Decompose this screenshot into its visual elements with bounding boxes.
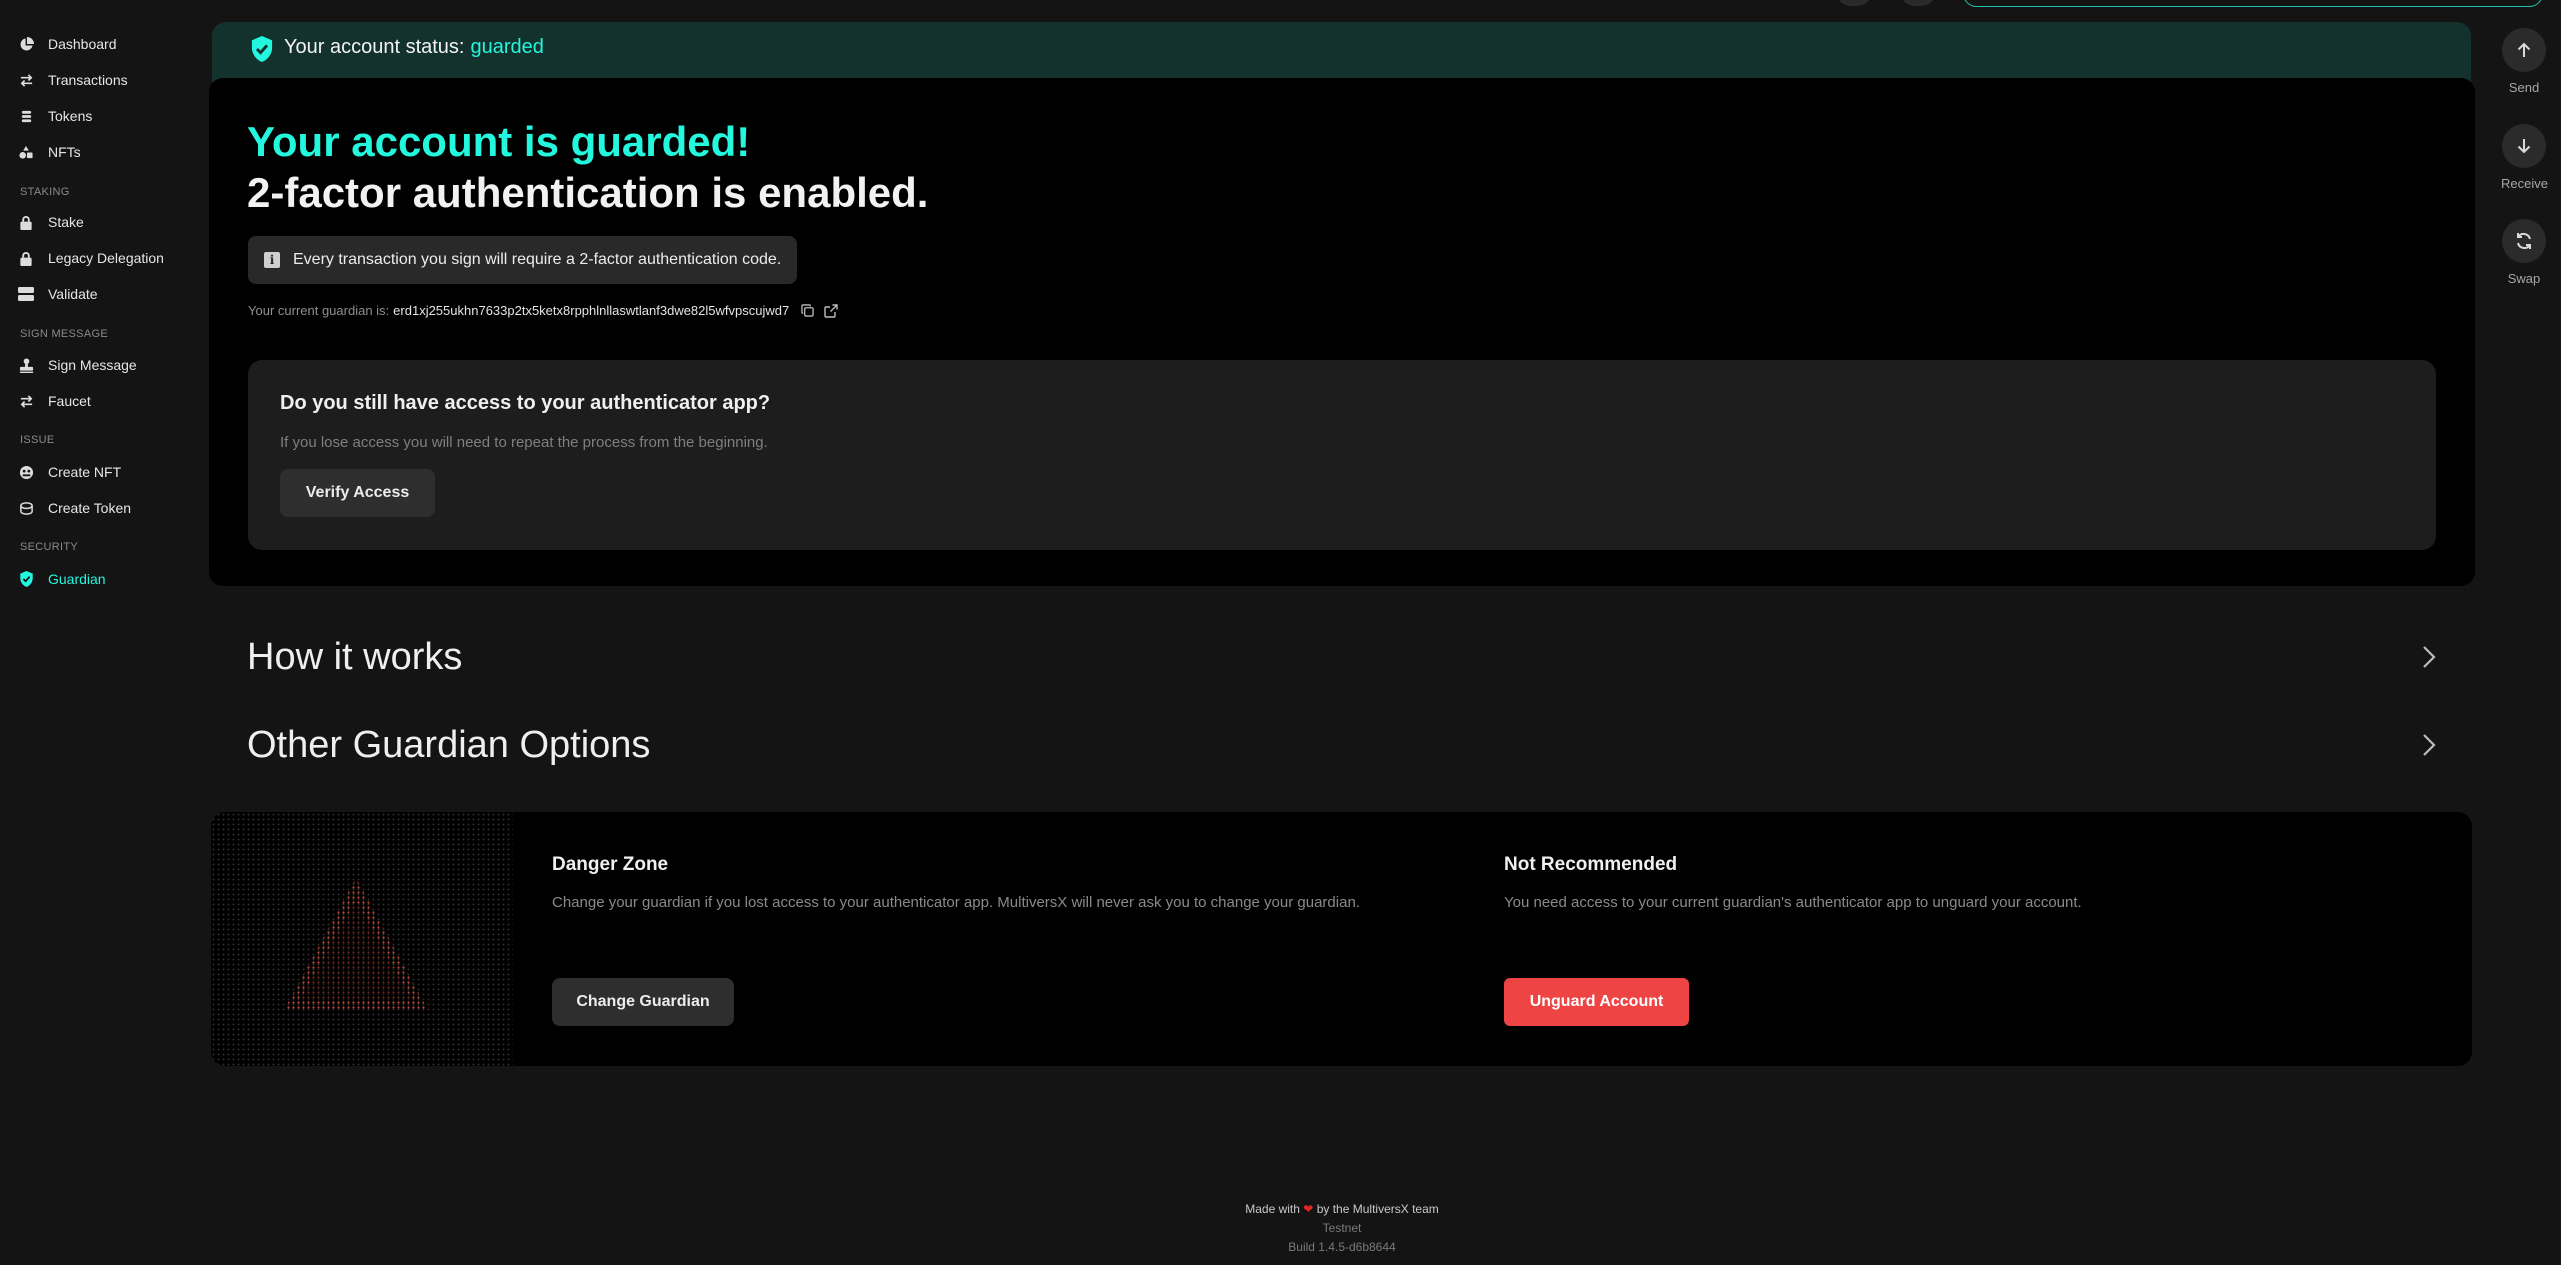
sidebar-item-label: Guardian [48,571,106,587]
header-search-field[interactable] [1963,0,2543,7]
sidebar-item-guardian[interactable]: Guardian [18,567,106,591]
coins-icon [18,500,34,516]
guardian-address: erd1xj255ukhn7633p2tx5ketx8rpphlnllaswtl… [393,303,790,318]
header-icon-button[interactable] [1900,0,1936,6]
not-recommended-description: You need access to your current guardian… [1504,894,2082,911]
status-label: Your account status: [284,36,465,58]
lock-icon [18,214,34,230]
send-label: Send [2508,80,2540,95]
footer-build: Build 1.4.5-d6b8644 [1288,1240,1396,1254]
server-icon [18,286,34,302]
authenticator-access-card: Do you still have access to your authent… [248,360,2436,550]
sidebar-item-label: Create Token [48,500,132,516]
info-text: Every transaction you sign will require … [293,251,782,268]
section-sign-message: SIGN MESSAGE [20,328,108,340]
sidebar-item-label: Dashboard [48,36,117,52]
sidebar-item-label: Legacy Delegation [48,250,164,266]
info-notice: i Every transaction you sign will requir… [248,236,798,284]
header-icon-button[interactable] [1836,0,1872,6]
sidebar-item-create-token[interactable]: Create Token [18,496,131,520]
sidebar-item-legacy-delegation[interactable]: Legacy Delegation [18,246,164,270]
nft-icon [18,464,34,480]
external-link-icon[interactable] [824,303,838,318]
sidebar-item-tokens[interactable]: Tokens [18,104,92,128]
shield-check-icon [251,36,273,62]
guarded-heading: Your account is guarded! [247,118,751,165]
change-guardian-button[interactable]: Change Guardian [552,978,734,1026]
sidebar: Dashboard Transactions Tokens NFTs STAKI… [0,0,200,1265]
send-button[interactable] [2502,28,2546,72]
shield-check-icon [18,571,34,587]
how-it-works-accordion[interactable]: How it works [247,629,2437,685]
sidebar-item-label: Faucet [48,393,91,409]
swap-label: Swap [2507,271,2541,286]
access-title: Do you still have access to your authent… [280,392,771,414]
receive-action: Receive [2501,124,2548,191]
swap-button[interactable] [2502,219,2546,263]
status-value: guarded [470,36,544,58]
arrow-down-icon [2517,139,2531,154]
danger-zone-title: Danger Zone [552,854,669,875]
footer-made-suffix: by the MultiversX team [1316,1202,1439,1216]
other-guardian-options-accordion[interactable]: Other Guardian Options [247,717,2437,773]
other-options-title: Other Guardian Options [247,723,651,766]
guardian-panel: Your account is guarded! 2-factor authen… [209,78,2475,586]
sidebar-item-label: Validate [48,286,98,302]
send-action: Send [2501,28,2547,95]
info-icon: i [264,252,280,268]
sidebar-item-label: Stake [48,214,84,230]
pie-chart-icon [18,36,34,52]
receive-button[interactable] [2502,124,2546,168]
sidebar-item-label: Transactions [48,72,128,88]
guardian-label: Your current guardian is: [248,303,390,318]
chevron-right-icon [2423,646,2436,668]
footer: Made with ❤ by the MultiversX team Testn… [1142,1202,1542,1254]
sidebar-item-nfts[interactable]: NFTs [18,140,81,164]
danger-zone-description: Change your guardian if you lost access … [552,894,1360,911]
access-subtitle: If you lose access you will need to repe… [280,434,768,451]
verify-access-button[interactable]: Verify Access [280,469,435,517]
arrows-exchange-icon [18,393,34,409]
footer-made-prefix: Made with [1245,1202,1300,1216]
enabled-heading: 2-factor authentication is enabled. [247,169,929,216]
copy-icon[interactable] [801,304,814,317]
sidebar-item-faucet[interactable]: Faucet [18,389,91,413]
section-staking: STAKING [20,186,70,198]
sidebar-item-validate[interactable]: Validate [18,282,98,306]
lock-icon [18,250,34,266]
current-guardian: Your current guardian is: erd1xj255ukhn7… [248,303,838,318]
unguard-account-button[interactable]: Unguard Account [1504,978,1689,1026]
heart-icon: ❤ [1303,1202,1314,1216]
stamp-icon [18,357,34,373]
coins-icon [18,108,34,124]
how-it-works-title: How it works [247,635,463,678]
sidebar-item-dashboard[interactable]: Dashboard [18,32,117,56]
sidebar-item-sign-message[interactable]: Sign Message [18,353,137,377]
shapes-icon [18,144,34,160]
sidebar-item-create-nft[interactable]: Create NFT [18,460,121,484]
not-recommended-title: Not Recommended [1504,854,1678,875]
sidebar-item-label: Tokens [48,108,93,124]
sidebar-item-transactions[interactable]: Transactions [18,68,128,92]
account-status-bar: Your account status: guarded [212,22,2471,82]
section-security: SECURITY [20,541,79,553]
swap-action: Swap [2501,219,2547,286]
sidebar-item-stake[interactable]: Stake [18,210,84,234]
footer-network: Testnet [1322,1221,1362,1235]
arrows-exchange-icon [18,72,34,88]
section-issue: ISSUE [20,434,55,446]
refresh-icon [2517,232,2531,250]
arrow-up-icon [2517,42,2531,57]
receive-label: Receive [2501,176,2548,191]
warning-triangle-icon [284,878,428,1010]
sidebar-item-label: NFTs [48,144,81,160]
footer-made-with: Made with ❤ by the MultiversX team [1142,1202,1542,1216]
chevron-right-icon [2423,734,2436,756]
sidebar-item-label: Create NFT [48,464,122,480]
app-root: Dashboard Transactions Tokens NFTs STAKI… [0,0,2561,1265]
danger-zone-card: Danger Zone Change your guardian if you … [211,812,2472,1066]
sidebar-item-label: Sign Message [48,357,137,373]
